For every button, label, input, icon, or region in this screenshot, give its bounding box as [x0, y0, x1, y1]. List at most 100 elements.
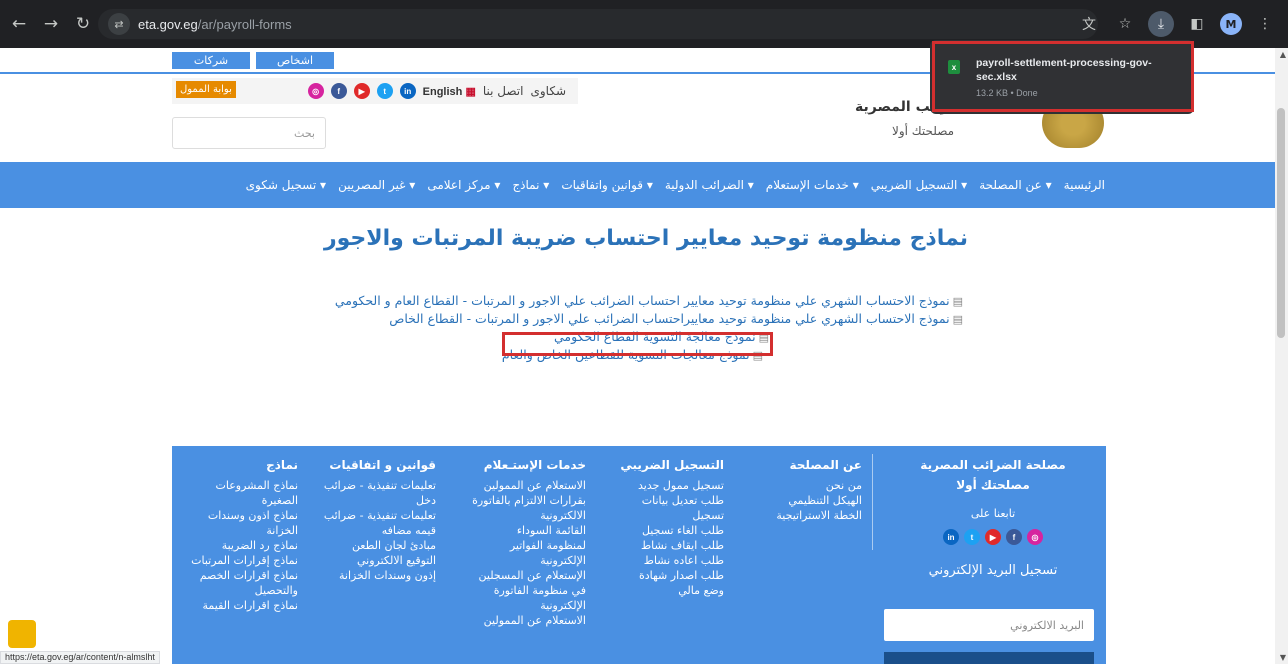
linkedin-icon[interactable]: in — [943, 529, 959, 545]
footer-link[interactable]: الخزانة — [176, 523, 298, 538]
nav-international-taxes[interactable]: الضرائب الدولية ▾ — [665, 178, 754, 192]
search-input[interactable]: بحث — [172, 117, 326, 149]
nav-laws[interactable]: قوانين واتفاقيات ▾ — [561, 178, 653, 192]
profile-avatar[interactable]: M — [1220, 13, 1242, 35]
address-bar[interactable]: ⇄ eta.gov.eg/ar/payroll-forms — [98, 9, 1098, 39]
facebook-icon[interactable]: f — [330, 83, 347, 99]
site-settings-icon[interactable]: ⇄ — [108, 13, 130, 35]
site-footer: مصلحة الضرائب المصرية مصلحتك أولا تابعنا… — [172, 446, 1106, 664]
footer-link[interactable]: نماذج اذون وسندات — [176, 508, 298, 523]
youtube-icon[interactable]: ▶ — [985, 529, 1001, 545]
footer-col-heading: نماذج — [266, 458, 298, 472]
complaints-link[interactable]: شكاوى — [530, 84, 566, 98]
nav-about[interactable]: عن المصلحة ▾ — [979, 178, 1051, 192]
url-text[interactable]: eta.gov.eg/ar/payroll-forms — [138, 17, 292, 32]
footer-link[interactable]: طلب ايقاف نشاط — [612, 538, 724, 553]
footer-link[interactable]: تسجيل ممول جديد — [612, 478, 724, 493]
page-title: نماذج منظومة توحيد معايير احتساب ضريبة ا… — [323, 226, 968, 251]
footer-link[interactable]: نماذج المشروعات — [176, 478, 299, 493]
nav-media-center[interactable]: مركز اعلامى ▾ — [427, 178, 500, 192]
footer-link[interactable]: نماذج اقرارات الخصم — [176, 568, 298, 583]
bookmark-star-icon[interactable]: ☆ — [1112, 11, 1138, 37]
downloads-icon[interactable]: ⤓ — [1148, 11, 1174, 37]
document-icon: ▤ — [952, 295, 963, 308]
footer-link[interactable]: الاستعلام عن الممولين — [454, 613, 586, 628]
footer-link[interactable]: وضع مالي — [612, 583, 724, 598]
forward-icon[interactable]: → — [38, 11, 64, 37]
footer-link[interactable]: من نحن — [756, 478, 862, 493]
footer-col-heading: قوانين و اتفاقيات — [329, 458, 436, 472]
taxpayer-portal-button[interactable]: بوابة الممول — [176, 81, 236, 98]
nav-tax-registration[interactable]: التسجيل الضريبي ▾ — [871, 178, 967, 192]
footer-link[interactable]: طلب الغاء تسجيل — [612, 523, 724, 538]
tab-companies[interactable]: شركات — [172, 52, 250, 69]
footer-link[interactable]: الصغيرة — [176, 493, 298, 508]
newsletter-submit-button[interactable] — [884, 652, 1094, 664]
footer-col-about: عن المصلحة من نحن الهيكل التنظيمي الخطة … — [756, 446, 862, 523]
footer-link[interactable]: الاستعلام عن الممولين — [454, 478, 586, 493]
back-icon[interactable]: ← — [6, 11, 32, 37]
nav-non-egyptians[interactable]: غير المصريين ▾ — [338, 178, 415, 192]
footer-link[interactable]: تعليمات تنفيذية - ضرائب — [312, 478, 436, 493]
footer-link[interactable]: الالكترونية — [454, 508, 586, 523]
nav-complaint[interactable]: تسجيل شكوى ▾ — [246, 178, 326, 192]
footer-link[interactable]: الإستعلام عن المسجلين — [454, 568, 587, 583]
footer-link[interactable]: نماذج اقرارات القيمة — [176, 598, 298, 613]
form-link-public-monthly[interactable]: ▤نموذج الاحتساب الشهري علي منظومة توحيد … — [263, 292, 963, 310]
footer-link[interactable]: تسجيل — [612, 508, 724, 523]
footer-col-heading: خدمات الإستـعلام — [483, 458, 586, 472]
footer-social-icons: ◎ f ▶ t in — [890, 529, 1096, 545]
scroll-thumb[interactable] — [1277, 108, 1285, 338]
footer-link[interactable]: مبادئ لجان الطعن — [312, 538, 436, 553]
english-link[interactable]: English ▦ — [423, 85, 476, 98]
twitter-icon[interactable]: t — [964, 529, 980, 545]
footer-link[interactable]: نماذج رد الضريبة — [176, 538, 298, 553]
newsletter-email-input[interactable]: البريد الالكتروني — [884, 609, 1094, 641]
page-scrollbar[interactable]: ▲ ▼ — [1275, 48, 1288, 664]
nav-forms[interactable]: نماذج ▾ — [512, 178, 549, 192]
footer-link[interactable]: بقرارات الالتزام بالفاتورة — [454, 493, 586, 508]
footer-col-registration: التسجيل الضريبي تسجيل ممول جديد طلب تعدي… — [612, 446, 724, 598]
menu-kebab-icon[interactable]: ⋮ — [1252, 11, 1278, 37]
translate-icon[interactable]: 文 — [1076, 11, 1102, 37]
form-link-private-monthly[interactable]: ▤نموذج الاحتساب الشهري علي منظومة توحيد … — [263, 310, 963, 328]
footer-link[interactable]: التوقيع الالكتروني — [312, 553, 436, 568]
twitter-icon[interactable]: t — [376, 83, 393, 99]
footer-link[interactable]: قيمه مضافه — [312, 523, 436, 538]
footer-link[interactable]: القائمة السوداء — [454, 523, 586, 538]
annotation-highlight-download — [932, 41, 1194, 112]
footer-link[interactable]: الهيكل التنظيمي — [756, 493, 862, 508]
footer-link[interactable]: الإلكترونية — [454, 553, 586, 568]
uk-flag-icon: ▦ — [465, 85, 476, 98]
tab-individuals[interactable]: اشخاص — [256, 52, 334, 69]
side-panel-icon[interactable]: ◧ — [1184, 11, 1210, 37]
footer-link[interactable]: لمنظومة الفواتير — [454, 538, 586, 553]
chat-assistant-icon[interactable] — [8, 620, 36, 648]
facebook-icon[interactable]: f — [1006, 529, 1022, 545]
form-link-label: نموذج الاحتساب الشهري علي منظومة توحيد م… — [334, 293, 950, 308]
instagram-icon[interactable]: ◎ — [307, 83, 324, 99]
footer-link[interactable]: الخطة الاستراتيجية — [756, 508, 862, 523]
footer-link[interactable]: إذون وسندات الخزانة — [312, 568, 436, 583]
footer-col-inquiry: خدمات الإستـعلام الاستعلام عن الممولين ب… — [454, 446, 586, 628]
scroll-up-icon[interactable]: ▲ — [1280, 50, 1286, 59]
footer-link[interactable]: الإلكترونية — [454, 598, 586, 613]
linkedin-icon[interactable]: in — [399, 83, 416, 99]
nav-inquiry-services[interactable]: خدمات الإستعلام ▾ — [766, 178, 859, 192]
footer-link[interactable]: طلب اعاده نشاط — [612, 553, 724, 568]
instagram-icon[interactable]: ◎ — [1027, 529, 1043, 545]
scroll-down-icon[interactable]: ▼ — [1280, 653, 1286, 662]
footer-link[interactable]: نماذج إقرارات المرتبات — [176, 553, 298, 568]
footer-link[interactable]: طلب اصدار شهادة — [612, 568, 724, 583]
english-link-label: English — [422, 85, 463, 98]
footer-col-laws: قوانين و اتفاقيات تعليمات تنفيذية - ضرائ… — [312, 446, 436, 583]
footer-link[interactable]: دخل — [312, 493, 436, 508]
nav-home[interactable]: الرئيسية — [1064, 178, 1105, 192]
footer-link[interactable]: تعليمات تنفيذية - ضرائب — [312, 508, 436, 523]
footer-link[interactable]: طلب تعديل بيانات — [612, 493, 724, 508]
contact-link[interactable]: اتصل بنا — [483, 84, 524, 98]
footer-link[interactable]: في منظومة الفاتورة — [454, 583, 586, 598]
reload-icon[interactable]: ↻ — [70, 11, 96, 37]
footer-link[interactable]: والتحصيل — [176, 583, 298, 598]
youtube-icon[interactable]: ▶ — [353, 83, 370, 99]
